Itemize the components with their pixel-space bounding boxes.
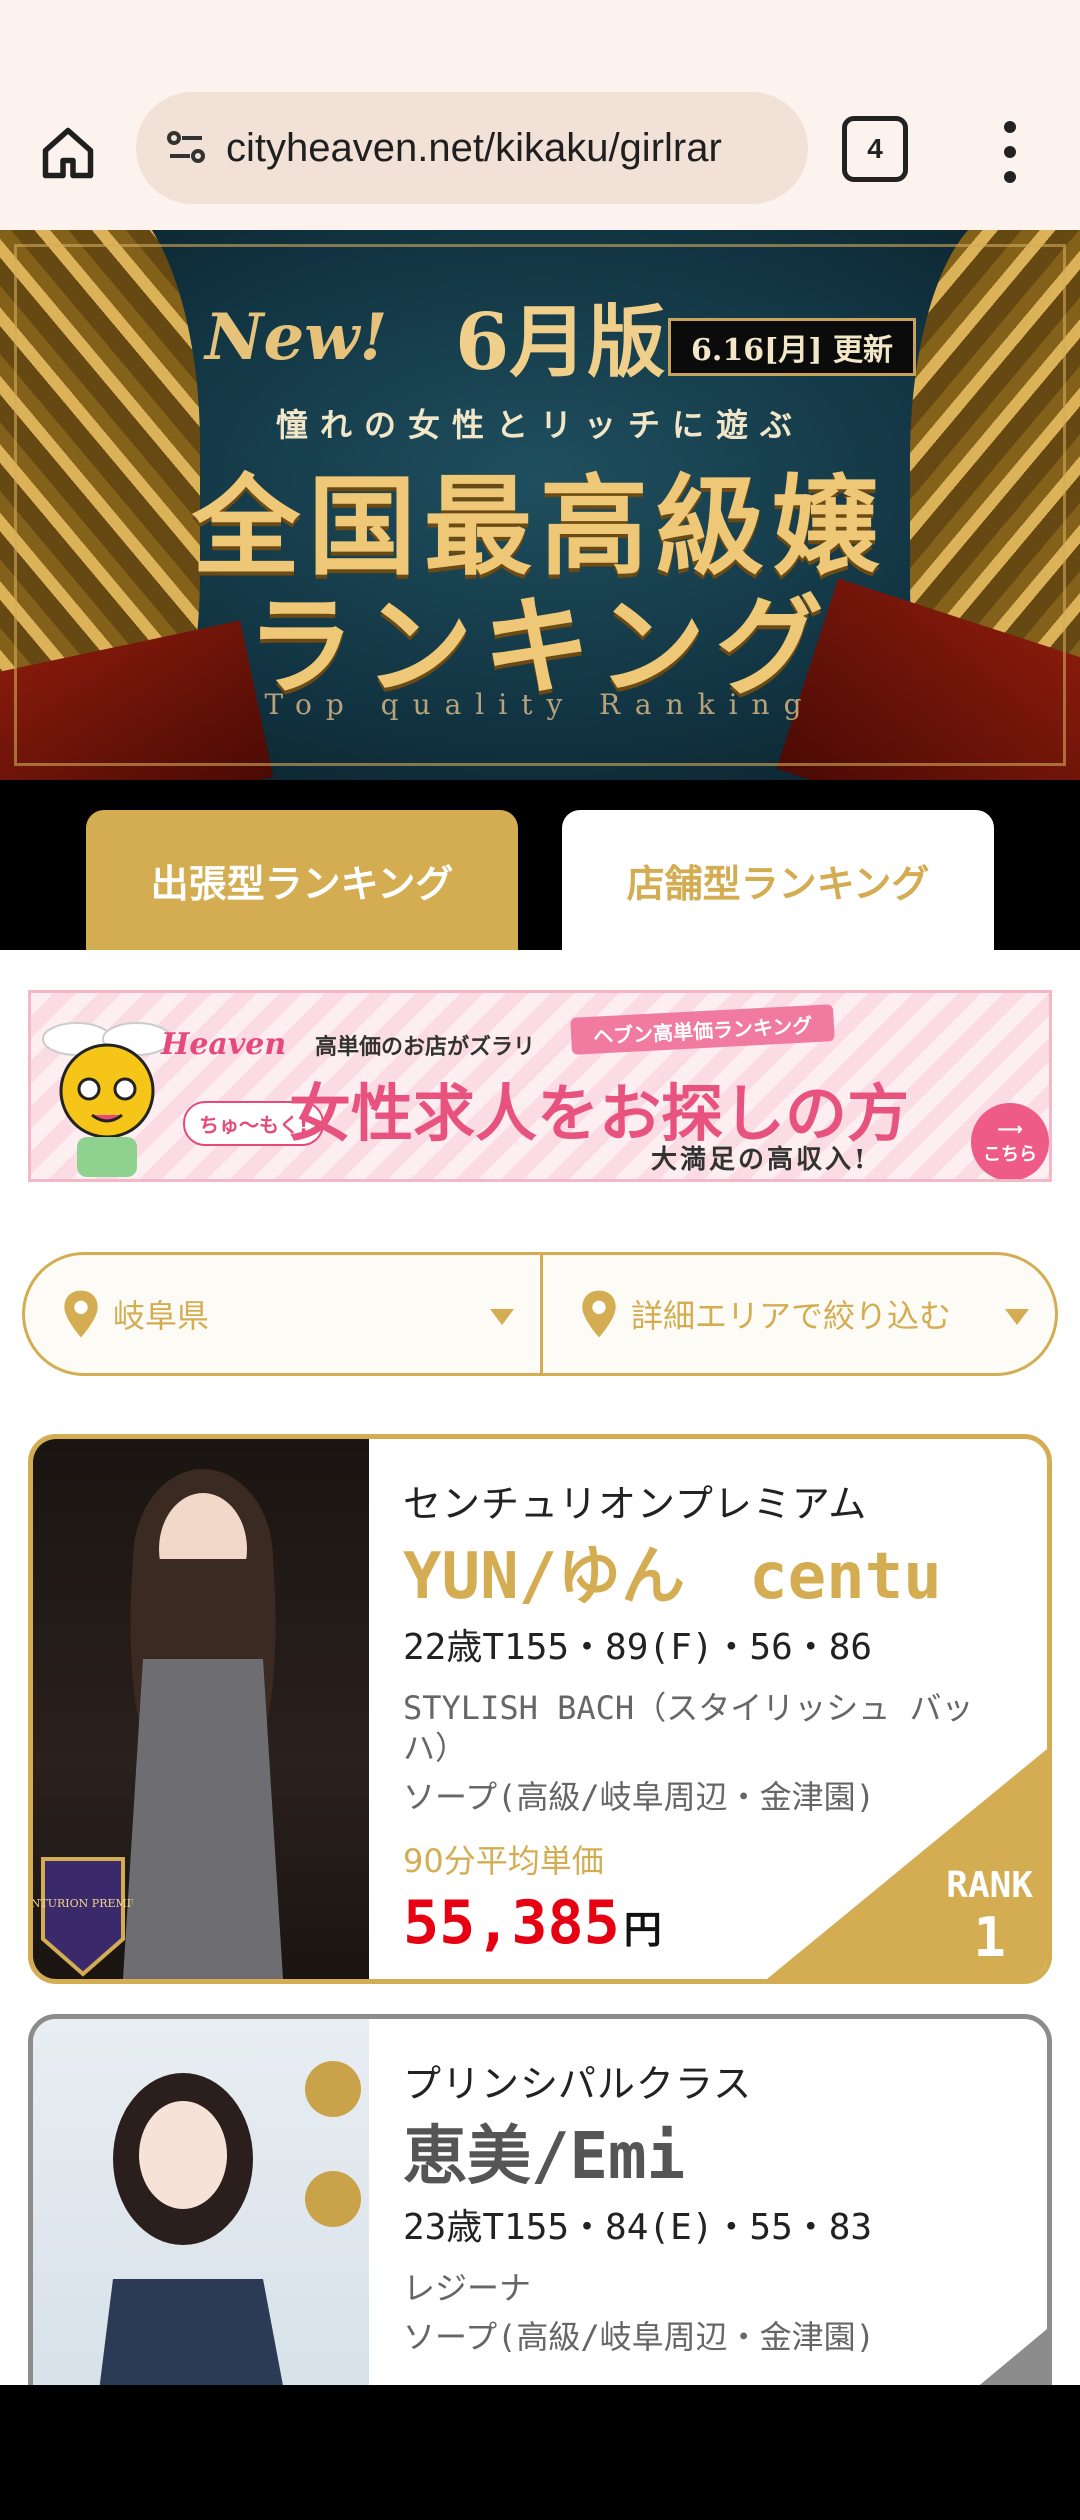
hero-update-badge: 6.16[月] 更新 [668,318,916,376]
job-ad-banner[interactable]: Heaven 高単価のお店がズラリ ヘブン高単価ランキング ちゅ～もく! 女性求… [28,990,1052,1182]
arrow-right-icon: ⟶ [997,1118,1023,1140]
portrait-image [99,2061,361,2385]
price-unit: 円 [623,1908,662,1952]
centurion-badge-icon: CENTURION PREMIUM [33,1857,133,1977]
home-icon [42,127,94,179]
girl-name[interactable]: 恵美/Emi [403,2120,1027,2194]
girl-spec: 22歳T155・89(F)・56・86 [403,1627,873,1668]
chevron-down-icon [490,1309,514,1325]
tab-store-ranking[interactable]: 店舗型ランキング [562,810,994,950]
prefecture-select[interactable]: 岐阜県 [25,1255,540,1373]
girl-photo[interactable] [33,2019,369,2385]
area-filter: 岐阜県 詳細エリアで絞り込む [22,1252,1058,1376]
rank-label: RANK [946,1865,1033,1906]
home-button[interactable] [30,115,106,191]
mascot-icon [42,1022,172,1177]
banner-sub-text: 大満足の高収入! [651,1145,869,1175]
url-bar[interactable]: cityheaven.net/kikaku/girlrar [136,92,808,204]
area-select[interactable]: 詳細エリアで絞り込む [540,1255,1055,1373]
prefecture-value: 岐阜県 [113,1297,210,1335]
svg-text:CENTURION PREMIUM: CENTURION PREMIUM [33,1897,133,1910]
award-icon [305,2061,361,2117]
hero-new-label: New! [205,300,388,375]
ranking-card[interactable]: プリンシパルクラス 恵美/Emi 23歳T155・84(E)・55・83 レジー… [28,2014,1052,2385]
store-genre: ソープ(高級/岐阜周辺・金津園) [403,1778,875,1816]
url-text[interactable]: cityheaven.net/kikaku/girlrar [226,126,722,171]
main-content: Heaven 高単価のお店がズラリ ヘブン高単価ランキング ちゅ～もく! 女性求… [0,950,1080,2385]
banner-small-text: 高単価のお店がズラリ [315,1035,536,1060]
girl-name[interactable]: YUN/ゆん centu [403,1540,1027,1614]
rank-number: 1 [973,1906,1006,1969]
price-label: 90分平均単価 [403,2376,1027,2385]
store-name[interactable]: レジーナ [403,2268,1027,2308]
location-pin-icon [582,1290,616,1338]
status-bar [0,0,1080,80]
ranking-card[interactable]: CENTURION PREMIUM センチュリオンプレミアム YUN/ゆん ce… [28,1434,1052,1984]
hero-english-title: Top quality Ranking [264,688,816,721]
shop-class: プリンシパルクラス [403,2062,753,2106]
more-menu-icon[interactable] [980,114,1040,190]
hero-month-label: 6月版 [455,297,666,388]
rank-badge: RANK 1 [946,1865,1033,1969]
price-value: 55,385 [403,1888,620,1958]
tab-dispatch-ranking[interactable]: 出張型ランキング [86,810,518,950]
site-settings-icon[interactable] [156,118,216,178]
shop-class: センチュリオンプレミアム [403,1482,868,1526]
award-icon [305,2171,361,2227]
store-genre: ソープ(高級/岐阜周辺・金津園) [403,2318,875,2356]
browser-toolbar: cityheaven.net/kikaku/girlrar 4 [0,80,1080,230]
location-pin-icon [64,1290,98,1338]
chevron-down-icon [1005,1309,1029,1325]
tab-switcher-button[interactable]: 4 [842,116,908,182]
store-name[interactable]: STYLISH BACH（スタイリッシュ バッハ） [403,1688,1027,1768]
banner-go-button[interactable]: ⟶ こちら [971,1103,1049,1179]
navigation-bar [0,2385,1080,2520]
girl-spec: 23歳T155・84(E)・55・83 [403,2207,873,2248]
girl-photo[interactable]: CENTURION PREMIUM [33,1439,369,1979]
heaven-logo: Heaven [161,1027,287,1062]
ranking-hero-banner: New! 6月版 6.16[月] 更新 憧れの女性とリッチに遊ぶ 全国最高級嬢 … [0,230,1080,780]
area-placeholder: 詳細エリアで絞り込む [631,1297,952,1335]
ranking-tabs: 出張型ランキング 店舗型ランキング [0,780,1080,950]
